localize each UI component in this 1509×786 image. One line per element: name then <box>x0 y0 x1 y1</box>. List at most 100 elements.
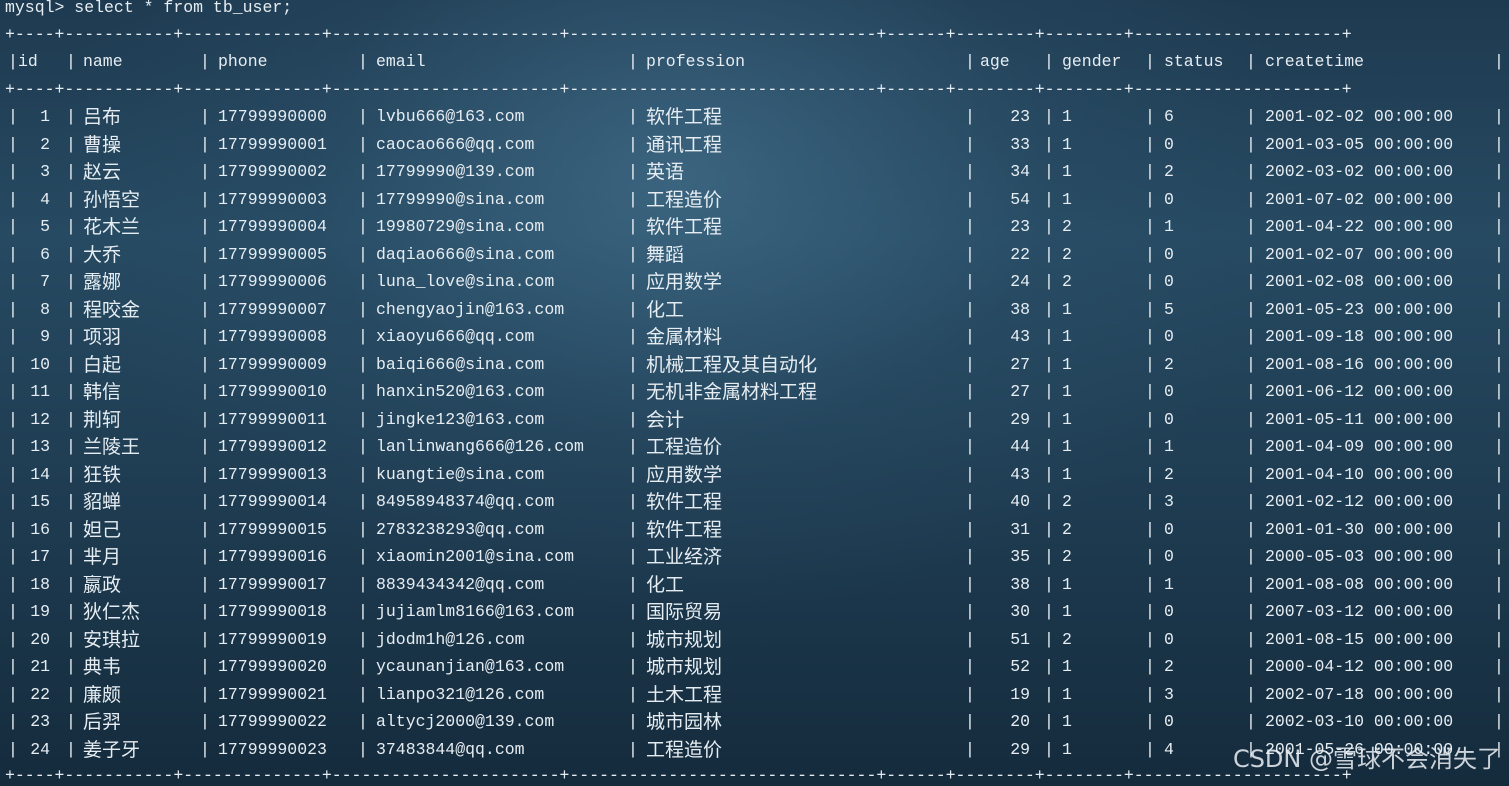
column-separator: | <box>1246 162 1256 181</box>
cell-name: 妲己 <box>83 518 122 541</box>
cell-phone: 17799990001 <box>218 134 327 154</box>
column-separator: | <box>965 464 975 484</box>
cell-gender: 1 <box>1062 739 1072 759</box>
cell-status: 1 <box>1164 574 1174 594</box>
column-separator: | <box>358 189 368 209</box>
column-separator: | <box>628 162 638 181</box>
column-separator: | <box>200 739 210 759</box>
table-border-bottom: +----+-----------+--------------+-------… <box>5 766 1352 785</box>
cell-id: 2 <box>40 134 50 154</box>
cell-createtime: 2001-04-09 00:00:00 <box>1265 437 1454 456</box>
column-separator: | <box>66 629 76 649</box>
column-separator: | <box>66 492 76 511</box>
cell-email: 84958948374@qq.com <box>376 492 555 511</box>
cell-status: 0 <box>1164 629 1174 649</box>
cell-phone: 17799990007 <box>218 299 327 319</box>
column-separator: | <box>1246 52 1256 71</box>
column-separator: | <box>1145 354 1155 374</box>
cell-email: chengyaojin@163.com <box>376 299 565 319</box>
cell-createtime: 2001-02-08 00:00:00 <box>1265 272 1454 291</box>
cell-name: 韩信 <box>83 381 122 403</box>
column-separator: | <box>200 244 210 264</box>
cell-createtime: 2002-07-18 00:00:00 <box>1265 684 1454 704</box>
column-separator: | <box>200 217 210 236</box>
cell-id: 18 <box>30 574 50 594</box>
column-separator: | <box>8 217 18 236</box>
column-separator: | <box>358 354 368 374</box>
column-separator: | <box>8 574 18 594</box>
cell-profession: 舞蹈 <box>646 243 685 266</box>
cell-phone: 17799990013 <box>218 464 327 484</box>
column-separator: | <box>628 574 638 594</box>
cell-age: 30 <box>1010 602 1030 621</box>
column-separator: | <box>1494 437 1504 456</box>
column-separator: | <box>8 437 18 456</box>
column-separator: | <box>965 739 975 759</box>
cell-name: 芈月 <box>83 546 122 568</box>
column-separator: | <box>1246 299 1256 319</box>
column-separator: | <box>1044 272 1054 291</box>
column-separator: | <box>66 52 76 71</box>
cell-gender: 1 <box>1062 684 1072 704</box>
column-separator: | <box>200 574 210 594</box>
column-separator: | <box>628 272 638 291</box>
cell-age: 31 <box>1010 519 1030 539</box>
column-separator: | <box>965 354 975 374</box>
column-separator: | <box>358 52 368 71</box>
cell-createtime: 2001-05-11 00:00:00 <box>1265 409 1454 429</box>
column-separator: | <box>66 382 76 401</box>
column-separator: | <box>1145 244 1155 264</box>
cell-status: 0 <box>1164 189 1174 209</box>
cell-id: 12 <box>30 409 50 429</box>
cell-name: 貂蝉 <box>83 491 122 513</box>
column-separator: | <box>358 739 368 759</box>
cell-age: 51 <box>1010 629 1030 649</box>
cell-phone: 17799990017 <box>218 574 327 594</box>
column-separator: | <box>965 327 975 346</box>
cell-phone: 17799990011 <box>218 409 327 429</box>
column-separator: | <box>200 299 210 319</box>
cell-createtime: 2001-01-30 00:00:00 <box>1265 519 1454 539</box>
cell-email: 37483844@qq.com <box>376 739 525 759</box>
column-separator: | <box>1145 492 1155 511</box>
cell-name: 后羿 <box>83 711 122 733</box>
cell-status: 0 <box>1164 134 1174 154</box>
cell-phone: 17799990008 <box>218 327 327 346</box>
cell-email: hanxin520@163.com <box>376 382 545 401</box>
column-separator: | <box>1494 629 1504 649</box>
cell-name: 孙悟空 <box>83 188 141 211</box>
cell-status: 0 <box>1164 272 1174 291</box>
cell-id: 11 <box>30 382 50 401</box>
column-separator: | <box>628 299 638 319</box>
column-separator: | <box>358 574 368 594</box>
cell-phone: 17799990009 <box>218 354 327 374</box>
column-separator: | <box>1044 519 1054 539</box>
cell-age: 34 <box>1010 162 1030 181</box>
cell-status: 0 <box>1164 244 1174 264</box>
cell-createtime: 2001-02-07 00:00:00 <box>1265 244 1454 264</box>
terminal-window[interactable]: mysql> select * from tb_user; +----+----… <box>0 0 1509 786</box>
column-separator: | <box>965 162 975 181</box>
cell-age: 44 <box>1010 437 1030 456</box>
column-separator: | <box>1246 409 1256 429</box>
cell-status: 6 <box>1164 107 1174 126</box>
cell-age: 27 <box>1010 354 1030 374</box>
cell-gender: 2 <box>1062 272 1072 291</box>
cell-id: 14 <box>30 464 50 484</box>
cell-status: 0 <box>1164 712 1174 731</box>
column-separator: | <box>1246 712 1256 731</box>
column-separator: | <box>66 134 76 154</box>
column-separator: | <box>1494 52 1504 71</box>
column-separator: | <box>965 602 975 621</box>
column-separator: | <box>1145 409 1155 429</box>
column-separator: | <box>8 299 18 319</box>
cell-phone: 17799990010 <box>218 382 327 401</box>
column-separator: | <box>1494 327 1504 346</box>
column-separator: | <box>965 684 975 704</box>
column-separator: | <box>1044 437 1054 456</box>
column-separator: | <box>8 629 18 649</box>
column-separator: | <box>1044 189 1054 209</box>
cell-age: 23 <box>1010 107 1030 126</box>
cell-id: 23 <box>30 712 50 731</box>
cell-createtime: 2001-03-05 00:00:00 <box>1265 134 1454 154</box>
